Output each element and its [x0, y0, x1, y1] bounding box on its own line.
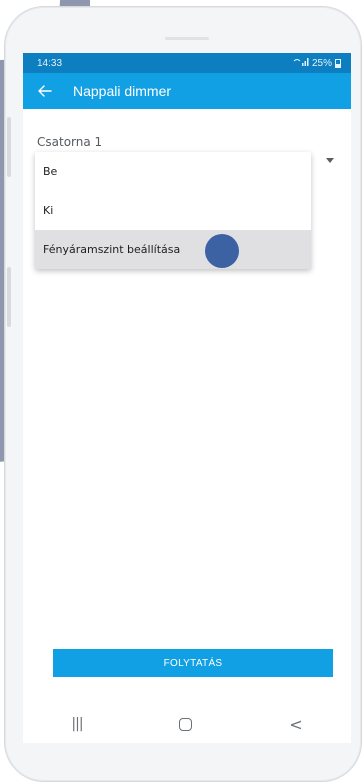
status-indicators: 25% — [293, 57, 341, 69]
menu-item-ki[interactable]: Ki — [35, 191, 311, 230]
system-nav-bar: ||| < — [23, 705, 351, 743]
phone-speaker — [165, 37, 209, 40]
home-icon[interactable] — [179, 717, 193, 731]
arrow-left-icon[interactable] — [35, 81, 55, 101]
back-icon[interactable]: < — [289, 715, 302, 734]
phone-frame: 14:33 25% Nappali dimmer Csatorna 1 Be K… — [4, 6, 362, 782]
battery-icon — [335, 58, 341, 68]
app-screen: 14:33 25% Nappali dimmer Csatorna 1 Be K… — [23, 53, 351, 743]
touch-indicator — [205, 234, 239, 268]
power-button — [7, 267, 11, 327]
channel-label: Csatorna 1 — [37, 135, 103, 149]
status-time: 14:33 — [37, 57, 63, 69]
page-title: Nappali dimmer — [73, 83, 172, 99]
chevron-down-icon[interactable] — [326, 158, 334, 163]
menu-item-set-light-level[interactable]: Fényáramszint beállítása — [35, 230, 311, 269]
app-bar: Nappali dimmer — [23, 73, 351, 109]
dropdown-menu: Be Ki Fényáramszint beállítása — [35, 152, 311, 269]
wifi-signal-icon — [293, 57, 309, 69]
recents-icon[interactable]: ||| — [71, 716, 83, 732]
continue-button[interactable]: FOLYTATÁS — [53, 649, 333, 677]
battery-percent: 25% — [311, 57, 332, 69]
volume-button — [7, 117, 11, 177]
status-bar: 14:33 25% — [23, 53, 351, 73]
menu-item-be[interactable]: Be — [35, 152, 311, 191]
